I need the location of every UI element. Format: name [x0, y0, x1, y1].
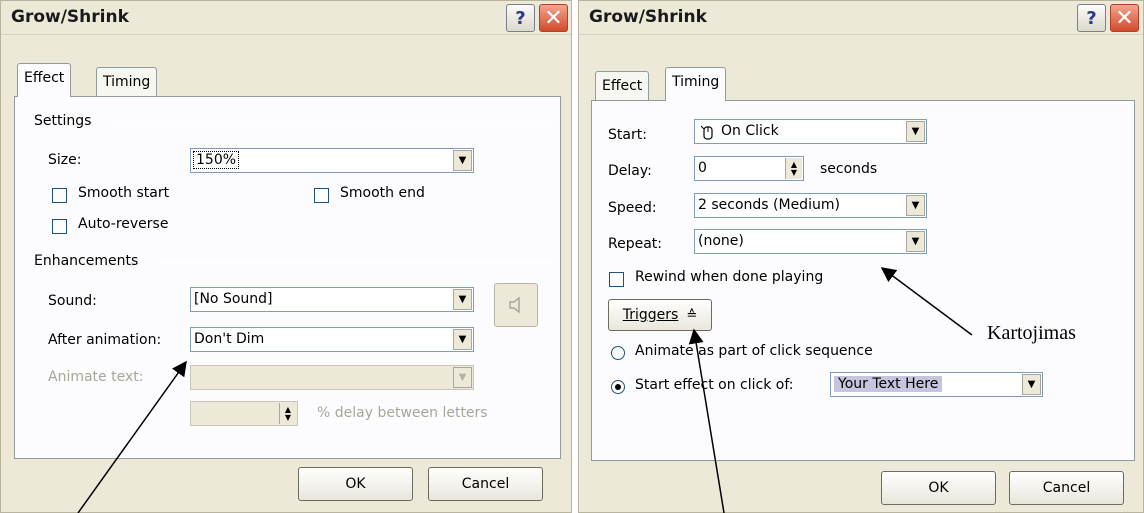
- triggers-arrow: [688, 328, 725, 513]
- after-animation-arrow: [77, 360, 187, 513]
- annotation-arrows: [77, 267, 973, 513]
- repeat-annotation: Kartojimas: [987, 322, 1076, 344]
- repeat-arrow: [880, 267, 973, 336]
